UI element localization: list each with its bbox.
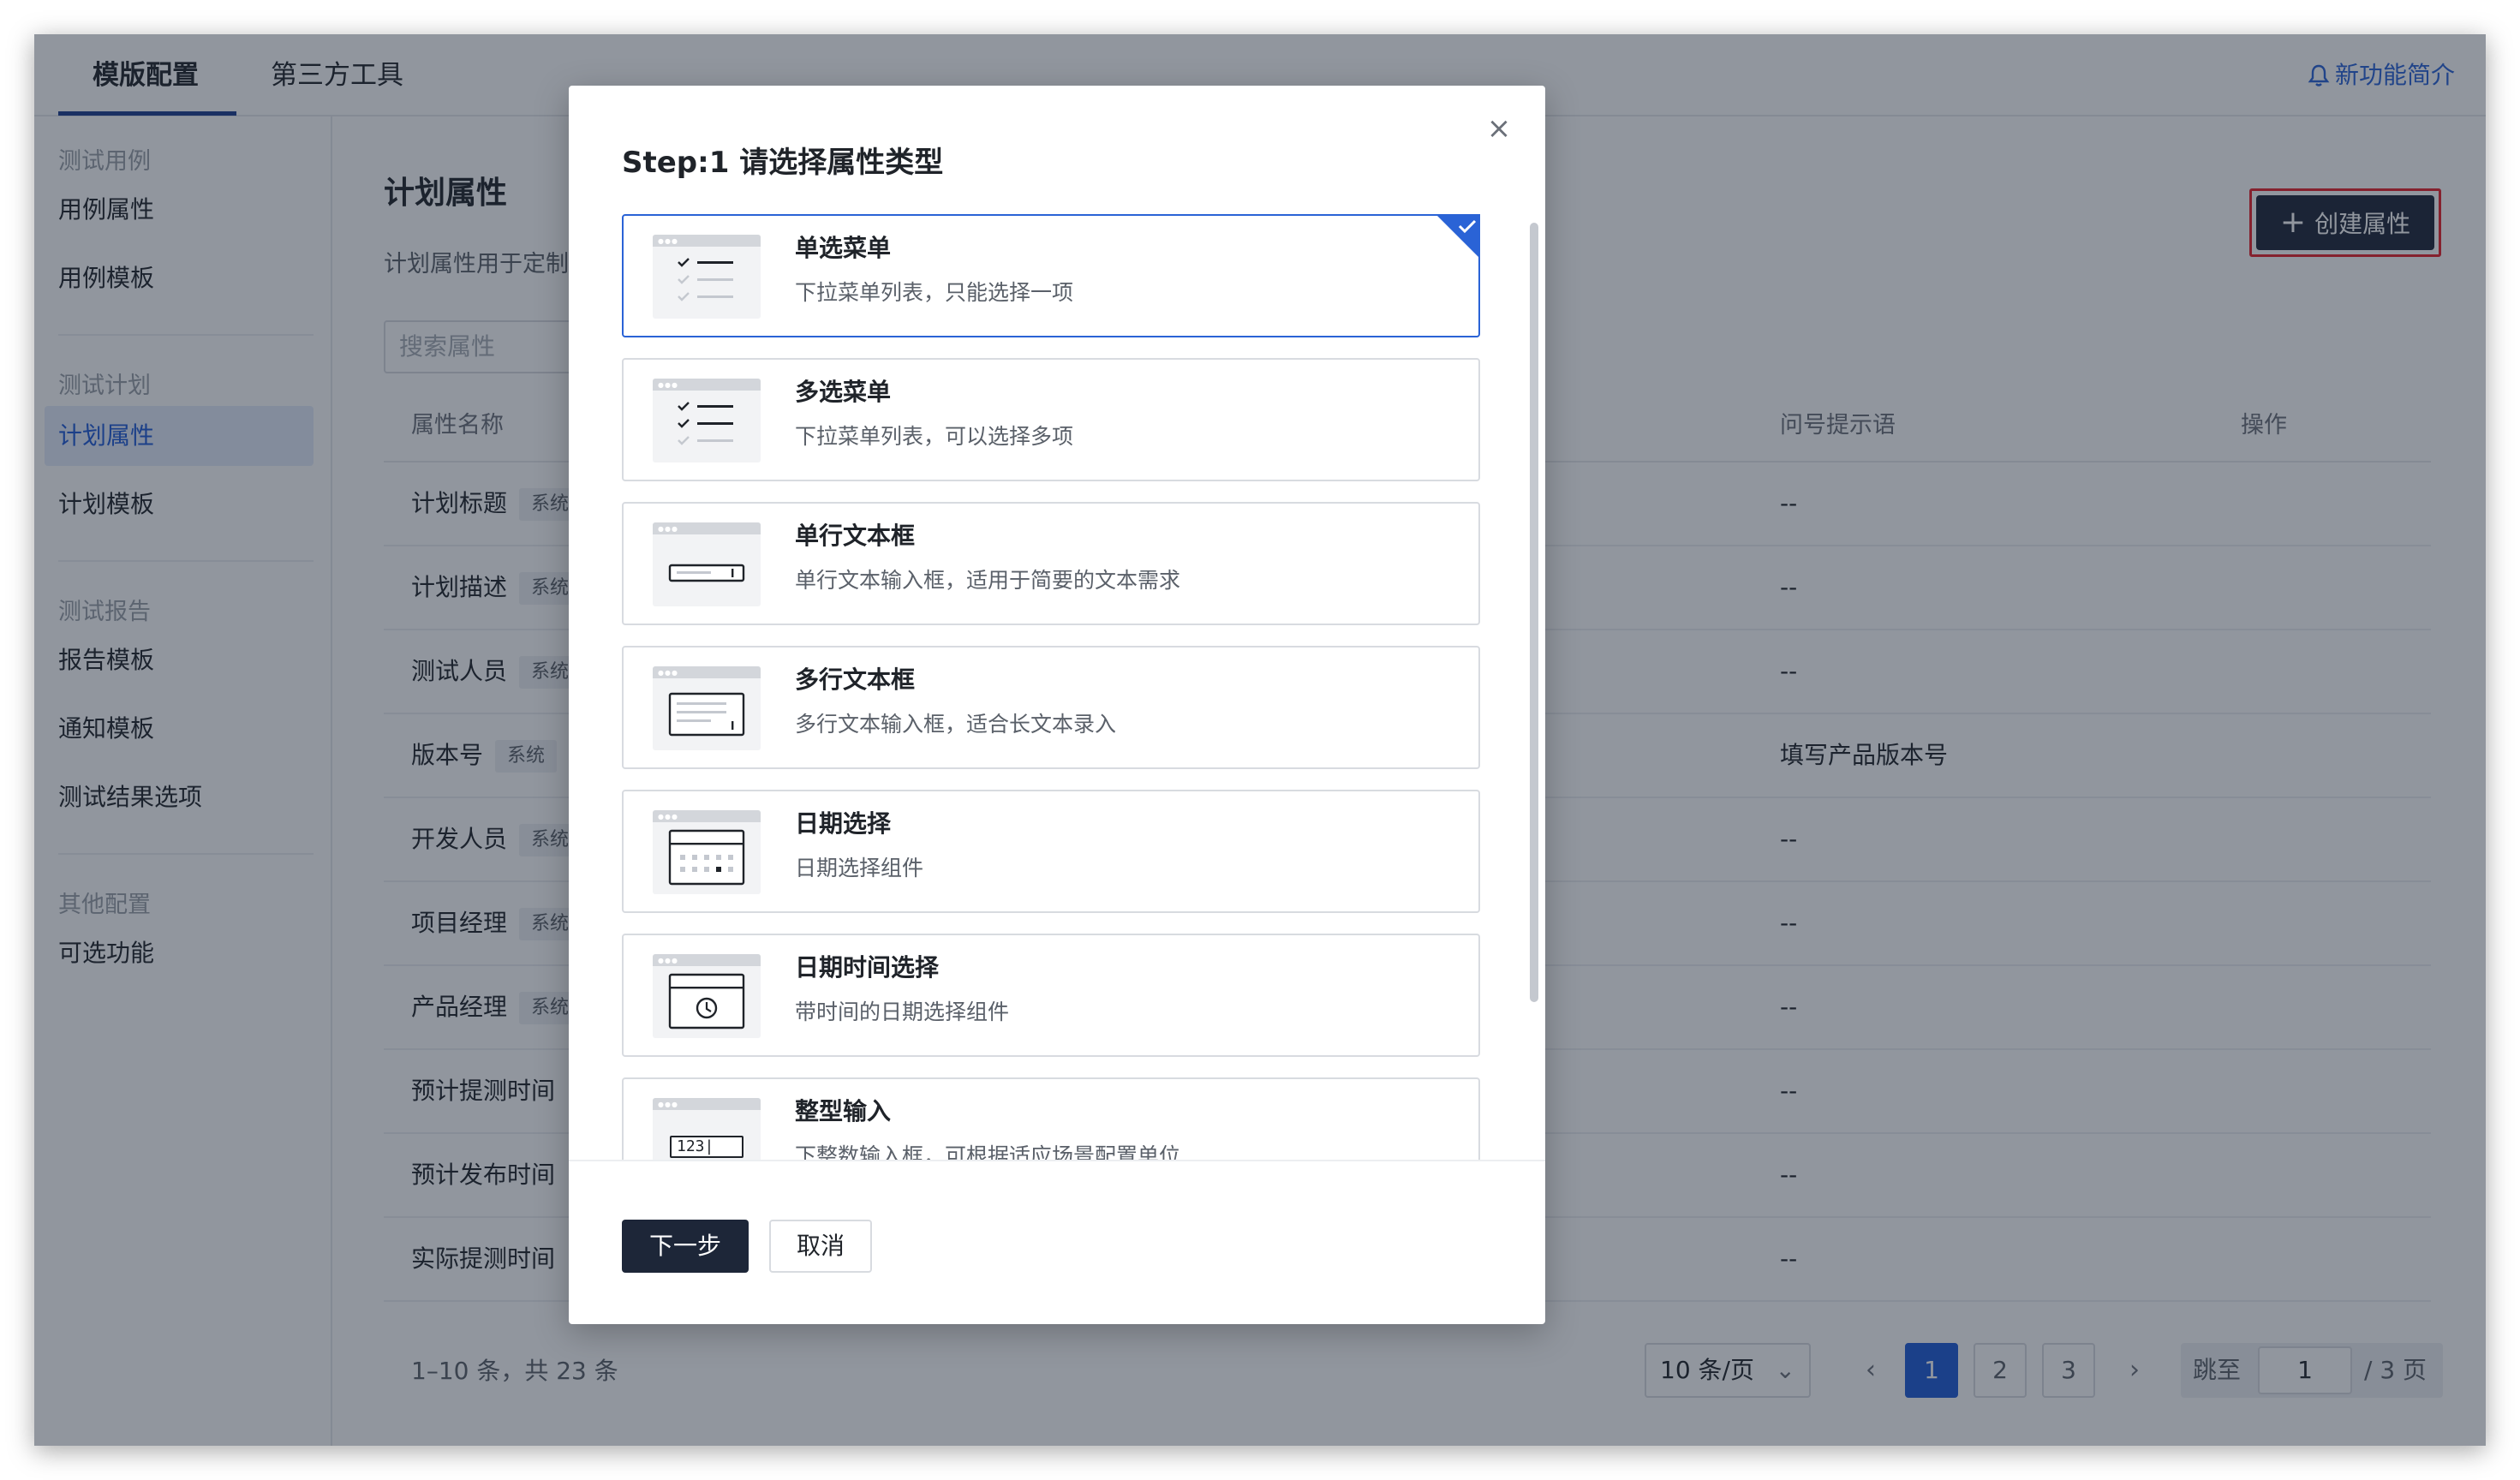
date-picker-icon: ●●● [653, 810, 761, 894]
cancel-button[interactable]: 取消 [769, 1220, 872, 1273]
option-description: 多行文本输入框，适合长文本录入 [795, 712, 1117, 737]
attribute-type-option-multi-select[interactable]: ●●● 多选菜单 下拉菜单列表，可以选择多项 [622, 358, 1480, 481]
attribute-type-option-single-line-text[interactable]: ●●● 单行文本框 单行文本输入框，适用于简要的文本需求 [622, 502, 1480, 625]
attribute-type-modal: Step:1 请选择属性类型 × ●●● 单选菜单 下拉菜单列表，只能选择一项 … [569, 86, 1545, 1324]
single-line-text-icon: ●●● [653, 522, 761, 606]
attribute-type-option-integer-input[interactable]: ●●● 123| 整型输入 下整数输入框，可根据适应场景配置单位 [622, 1077, 1480, 1160]
next-step-button[interactable]: 下一步 [622, 1220, 749, 1273]
attribute-type-option-date-picker[interactable]: ●●● 日期选择 日期选择组件 [622, 790, 1480, 913]
option-title: 多选菜单 [795, 378, 892, 406]
option-description: 下拉菜单列表，只能选择一项 [795, 280, 1074, 305]
modal-scrollbar[interactable] [1530, 223, 1538, 1002]
option-title: 整型输入 [795, 1097, 892, 1125]
single-select-icon: ●●● [653, 235, 761, 319]
option-description: 日期选择组件 [795, 856, 924, 880]
integer-input-icon: ●●● 123| [653, 1098, 761, 1160]
option-description: 单行文本输入框，适用于简要的文本需求 [795, 568, 1181, 593]
attribute-type-list: ●●● 单选菜单 下拉菜单列表，只能选择一项 ●●● 多选菜单 下拉菜单列表，可… [569, 212, 1545, 1160]
option-title: 单行文本框 [795, 522, 916, 550]
selected-check-icon [1436, 214, 1480, 259]
option-description: 下整数输入框，可根据适应场景配置单位 [795, 1143, 1181, 1160]
option-title: 日期时间选择 [795, 953, 940, 982]
option-description: 下拉菜单列表，可以选择多项 [795, 424, 1074, 449]
option-description: 带时间的日期选择组件 [795, 1000, 1010, 1024]
option-title: 单选菜单 [795, 234, 892, 262]
datetime-picker-icon: ●●● [653, 954, 761, 1038]
option-title: 多行文本框 [795, 665, 916, 694]
multi-line-text-icon: ●●● [653, 666, 761, 750]
attribute-type-option-single-select[interactable]: ●●● 单选菜单 下拉菜单列表，只能选择一项 [622, 214, 1480, 337]
integer-input-sample: 123| [670, 1136, 743, 1158]
app-window: 模版配置 第三方工具 新功能简介 测试用例 用例属性 用例模板 测试计划 计划属… [34, 34, 2486, 1446]
close-icon[interactable]: × [1478, 108, 1520, 149]
attribute-type-option-datetime-picker[interactable]: ●●● 日期时间选择 带时间的日期选择组件 [622, 934, 1480, 1057]
modal-footer-divider [569, 1160, 1545, 1161]
option-title: 日期选择 [795, 809, 892, 838]
modal-title: Step:1 请选择属性类型 [622, 146, 944, 180]
attribute-type-option-multi-line-text[interactable]: ●●● 多行文本框 多行文本输入框，适合长文本录入 [622, 646, 1480, 769]
multi-select-icon: ●●● [653, 379, 761, 462]
